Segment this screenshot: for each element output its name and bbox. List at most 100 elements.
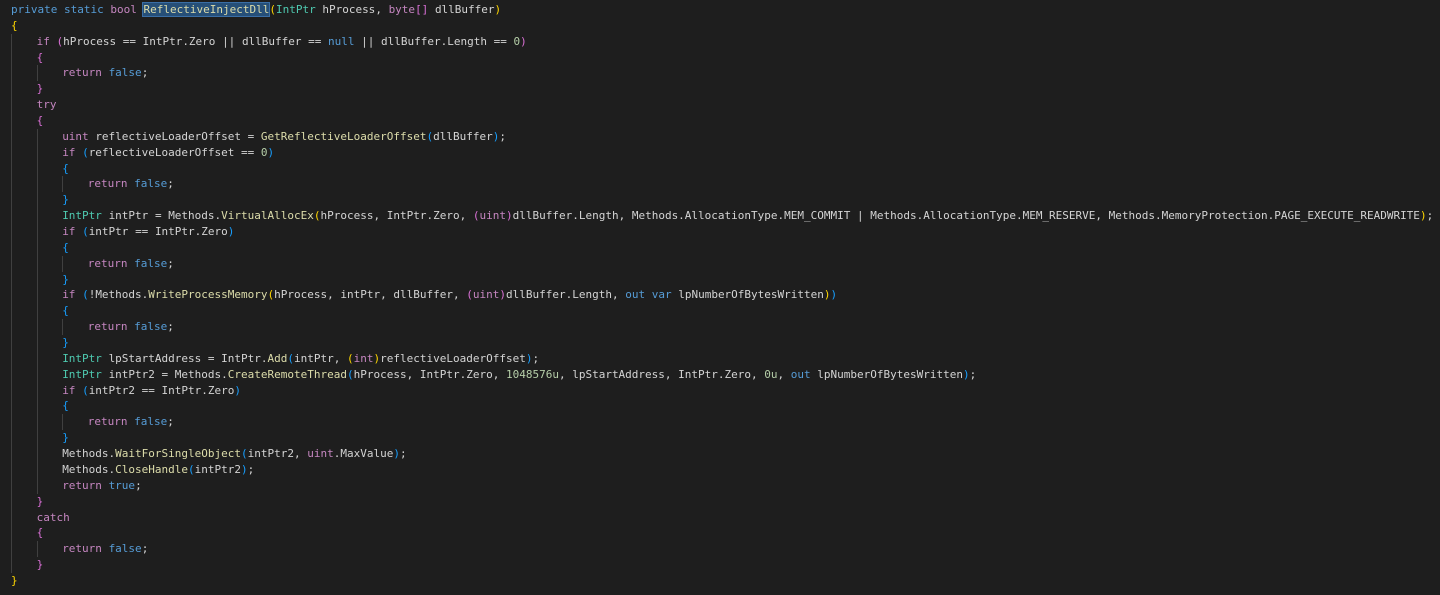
code-line-content: { xyxy=(11,241,69,254)
code-token: == xyxy=(241,145,255,159)
code-token: = xyxy=(154,209,162,223)
code-line[interactable]: IntPtr intPtr = Methods.VirtualAllocEx(h… xyxy=(11,208,1433,225)
code-line[interactable]: } xyxy=(11,430,1433,447)
code-token: intPtr xyxy=(340,288,381,302)
code-line[interactable]: } xyxy=(11,271,1433,288)
code-token: 0u xyxy=(764,367,778,381)
code-line[interactable]: } xyxy=(11,557,1433,573)
code-token: == xyxy=(308,34,322,48)
code-line[interactable]: return false; xyxy=(11,541,1433,558)
code-line[interactable]: return false; xyxy=(11,319,1433,336)
code-line[interactable]: if (hProcess == IntPtr.Zero || dllBuffer… xyxy=(11,33,1433,50)
code-line[interactable]: { xyxy=(11,160,1433,177)
code-token: [] xyxy=(415,3,429,16)
indent-guide xyxy=(11,287,12,304)
code-token: false xyxy=(134,415,168,429)
indent-guide xyxy=(11,271,12,288)
code-token: ; xyxy=(141,542,149,556)
code-line[interactable]: catch xyxy=(11,509,1433,526)
code-token: ; xyxy=(135,478,142,492)
code-token: intPtr2 xyxy=(108,367,155,381)
code-token: Methods. xyxy=(174,367,228,381)
code-token: ; xyxy=(532,351,540,365)
code-line[interactable]: } xyxy=(11,573,1433,589)
code-token: ; xyxy=(969,367,977,381)
code-line[interactable]: return false; xyxy=(11,414,1433,431)
indent-guide xyxy=(11,430,12,447)
indent-guide xyxy=(11,557,12,573)
code-line[interactable]: } xyxy=(11,335,1433,351)
code-token: | xyxy=(857,209,864,223)
code-line[interactable]: return false; xyxy=(11,255,1433,272)
code-line-content: Methods.CloseHandle(intPtr2); xyxy=(11,463,254,476)
code-token: ; xyxy=(167,415,174,429)
code-line[interactable]: } xyxy=(11,192,1433,209)
indent-guide xyxy=(36,65,38,82)
code-line[interactable]: return false; xyxy=(11,65,1433,82)
code-line[interactable]: try xyxy=(11,97,1433,114)
code-line[interactable]: Methods.WaitForSingleObject(intPtr2, uin… xyxy=(11,446,1433,462)
code-line-content: if (hProcess == IntPtr.Zero || dllBuffer… xyxy=(11,35,527,48)
code-token: hProcess xyxy=(274,288,328,302)
indent-guide xyxy=(36,319,38,336)
code-line[interactable]: } xyxy=(11,81,1433,98)
indent-guide xyxy=(36,224,38,240)
code-line[interactable]: if (intPtr2 == IntPtr.Zero) xyxy=(11,382,1433,399)
code-line[interactable]: return true; xyxy=(11,477,1433,494)
code-token: , xyxy=(751,367,758,381)
code-token: , xyxy=(380,288,387,302)
code-line[interactable]: if (!Methods.WriteProcessMemory(hProcess… xyxy=(11,287,1433,304)
code-line[interactable]: { xyxy=(11,525,1433,542)
code-line[interactable]: { xyxy=(11,303,1433,320)
code-line[interactable]: { xyxy=(11,49,1433,66)
code-token: ; xyxy=(167,177,174,191)
code-token: ) xyxy=(1419,209,1427,223)
code-editor[interactable]: private static bool ReflectiveInjectDll(… xyxy=(0,0,1440,595)
code-area[interactable]: private static bool ReflectiveInjectDll(… xyxy=(11,2,1433,589)
code-token: ( xyxy=(313,209,321,223)
indent-guide xyxy=(11,303,12,320)
code-token: dllBuffer.Length xyxy=(381,34,488,48)
code-token: , xyxy=(611,288,619,302)
code-line[interactable]: return false; xyxy=(11,176,1433,193)
code-token: ) xyxy=(823,288,831,302)
code-line[interactable]: Methods.CloseHandle(intPtr2); xyxy=(11,461,1433,478)
code-token: return xyxy=(62,542,102,556)
code-line[interactable]: if (intPtr == IntPtr.Zero) xyxy=(11,224,1433,240)
indent-guide xyxy=(36,144,38,161)
code-token: IntPtr.Zero xyxy=(154,225,228,239)
code-line-content: } xyxy=(11,558,44,571)
code-token: Methods. xyxy=(95,288,149,302)
code-line[interactable]: } xyxy=(11,493,1433,510)
code-line[interactable]: IntPtr intPtr2 = Methods.CreateRemoteThr… xyxy=(11,366,1433,383)
code-token: .MaxValue xyxy=(333,447,394,461)
code-token: } xyxy=(62,193,69,207)
code-token: WriteProcessMemory xyxy=(148,288,268,302)
code-token: ) xyxy=(227,225,235,239)
code-token: reflectiveLoaderOffset xyxy=(95,129,242,143)
code-line[interactable]: { xyxy=(11,113,1433,129)
code-line[interactable]: IntPtr lpStartAddress = IntPtr.Add (intPt… xyxy=(11,350,1433,367)
indent-guide xyxy=(36,287,38,304)
code-line[interactable]: private static bool ReflectiveInjectDll(… xyxy=(11,2,1433,18)
code-token: { xyxy=(11,18,18,32)
code-line[interactable]: uint reflectiveLoaderOffset = GetReflect… xyxy=(11,128,1433,145)
code-line-content: IntPtr intPtr2 = Methods.CreateRemoteThr… xyxy=(11,368,976,381)
indent-guide xyxy=(36,366,38,383)
code-line[interactable]: if (reflectiveLoaderOffset == 0) xyxy=(11,144,1433,161)
code-token: private xyxy=(11,3,58,16)
code-token: { xyxy=(36,50,44,64)
indent-guide xyxy=(36,335,38,351)
code-line[interactable]: { xyxy=(11,239,1433,256)
code-token: uint xyxy=(307,447,334,461)
code-token: bool xyxy=(110,3,137,16)
code-token: IntPtr xyxy=(62,367,102,381)
code-token: , xyxy=(452,288,460,302)
indent-guide xyxy=(11,144,12,161)
code-line[interactable]: { xyxy=(11,398,1433,415)
code-token: } xyxy=(62,272,69,286)
indent-guide xyxy=(11,366,12,383)
code-line[interactable]: { xyxy=(11,18,1433,34)
